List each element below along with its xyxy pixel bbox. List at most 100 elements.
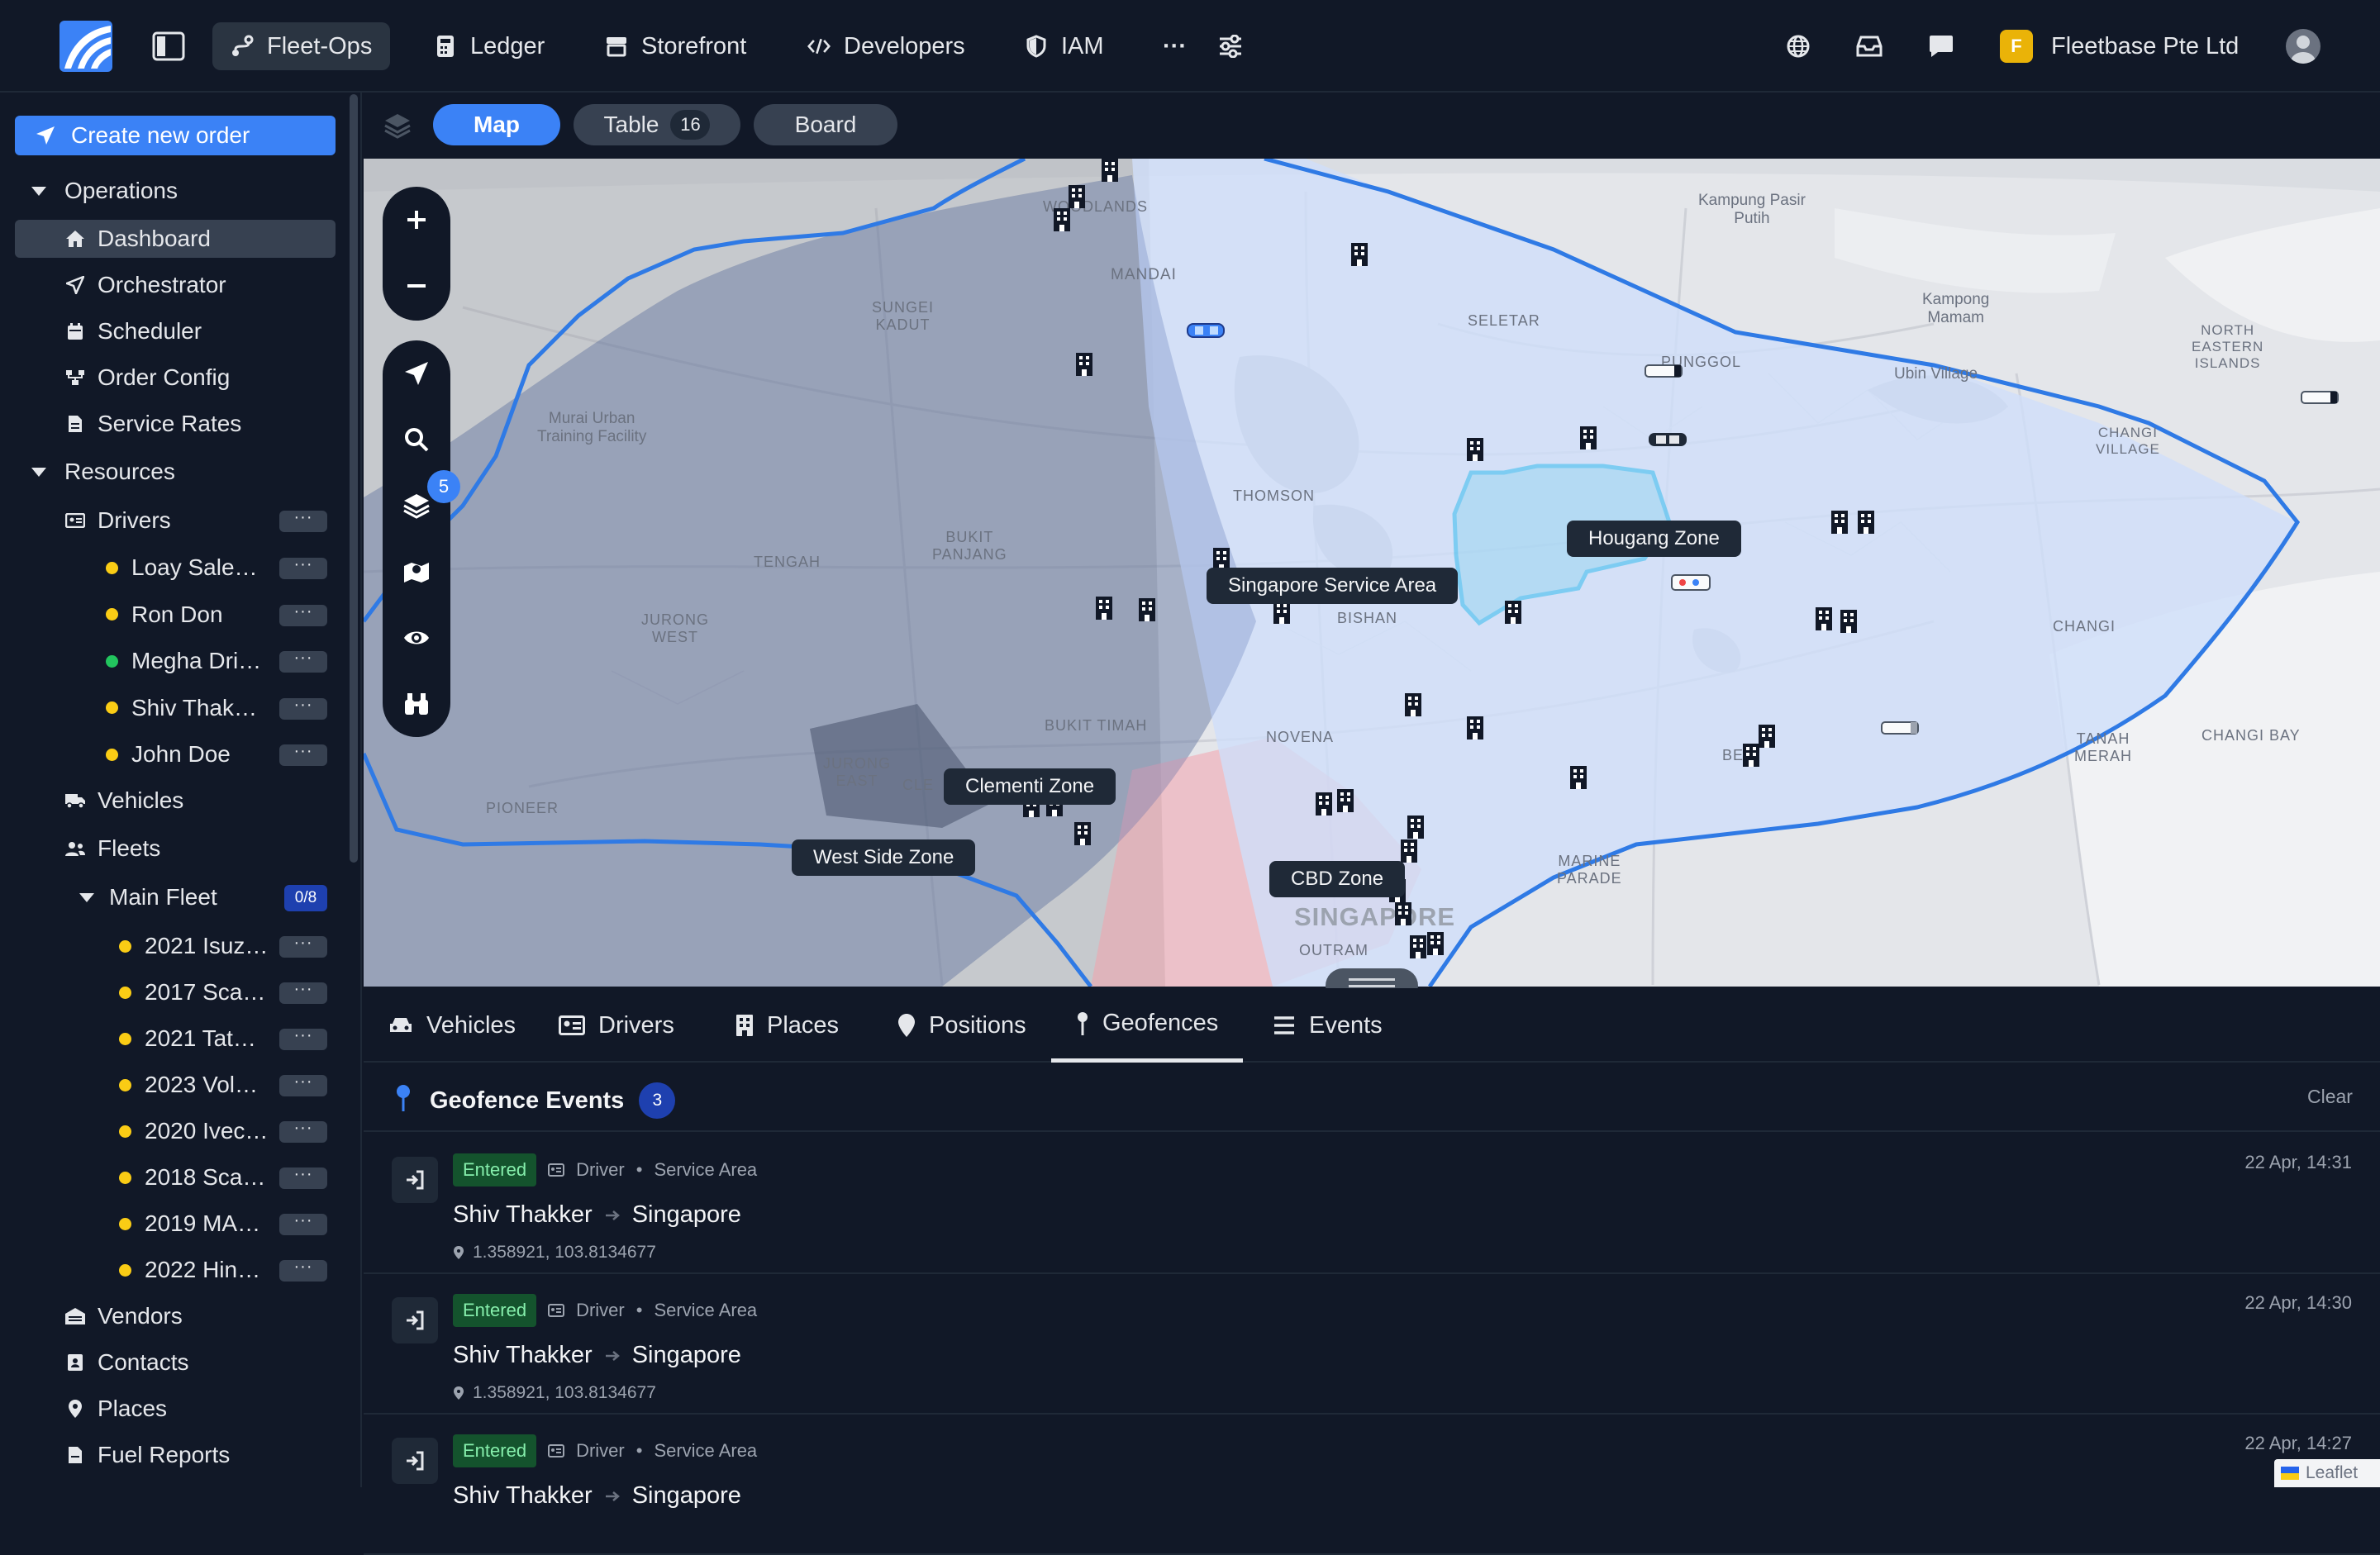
- place-marker-icon[interactable]: [1409, 934, 1427, 959]
- sidebar-driver-item[interactable]: John Doe ···: [15, 735, 336, 773]
- sidebar-driver-item[interactable]: Megha Dri… ···: [15, 642, 336, 680]
- sidebar-vehicle-item[interactable]: 2018 Sca… ···: [15, 1158, 336, 1196]
- sidebar-driver-item[interactable]: Shiv Thak… ···: [15, 689, 336, 727]
- place-marker-icon[interactable]: [1075, 352, 1093, 377]
- layers-icon[interactable]: [383, 112, 412, 139]
- sidebar-item-service-rates[interactable]: Service Rates: [15, 405, 336, 443]
- nav-fleet-ops[interactable]: Fleet-Ops: [212, 22, 391, 70]
- section-resources[interactable]: Resources: [31, 453, 352, 491]
- eye-icon[interactable]: [383, 605, 450, 671]
- more-options-button[interactable]: ···: [279, 697, 327, 720]
- more-options-button[interactable]: ···: [279, 1166, 327, 1189]
- chat-icon[interactable]: [1921, 26, 1961, 66]
- sidebar-driver-item[interactable]: Loay Sale… ···: [15, 549, 336, 587]
- sidebar-item-drivers[interactable]: Drivers ···: [15, 502, 336, 540]
- place-marker-icon[interactable]: [1138, 597, 1156, 622]
- sliders-icon[interactable]: [1211, 26, 1250, 66]
- view-table-tab[interactable]: Table 16: [574, 104, 740, 145]
- view-board-tab[interactable]: Board: [754, 104, 897, 145]
- sidebar-item-vendors[interactable]: Vendors: [15, 1297, 336, 1335]
- sidebar-item-main-fleet[interactable]: Main Fleet 0/8: [15, 878, 336, 916]
- place-marker-icon[interactable]: [1400, 839, 1418, 863]
- more-options-button[interactable]: ···: [279, 556, 327, 579]
- more-options-button[interactable]: ···: [279, 981, 327, 1004]
- more-options-button[interactable]: ···: [279, 603, 327, 626]
- vehicle-marker-icon[interactable]: [1881, 720, 1919, 735]
- place-marker-icon[interactable]: [1426, 931, 1445, 956]
- sidebar-item-orchestrator[interactable]: Orchestrator: [15, 266, 336, 304]
- place-marker-icon[interactable]: [1579, 426, 1597, 450]
- place-marker-icon[interactable]: [1407, 815, 1425, 839]
- inbox-icon[interactable]: [1849, 26, 1889, 66]
- tab-vehicles[interactable]: Vehicles: [364, 988, 540, 1063]
- sidebar-vehicle-item[interactable]: 2023 Vol… ···: [15, 1066, 336, 1104]
- tab-events[interactable]: Events: [1248, 988, 1407, 1063]
- more-options-button[interactable]: ···: [279, 934, 327, 958]
- geofence-event-row[interactable]: Entered Driver • Service Area Shiv Thakker Si…: [364, 1274, 2380, 1415]
- more-options-button[interactable]: ···: [279, 1027, 327, 1050]
- zone-label[interactable]: CBD Zone: [1269, 861, 1406, 897]
- tab-drivers[interactable]: Drivers: [534, 988, 699, 1063]
- place-marker-icon[interactable]: [1466, 716, 1484, 740]
- place-marker-icon[interactable]: [1504, 600, 1522, 625]
- sidebar-vehicle-item[interactable]: 2020 Ivec… ···: [15, 1112, 336, 1150]
- zone-label[interactable]: Singapore Service Area: [1207, 568, 1459, 604]
- sidebar-vehicle-item[interactable]: 2021 Tat… ···: [15, 1020, 336, 1058]
- sidebar-vehicle-item[interactable]: 2017 Sca… ···: [15, 973, 336, 1011]
- place-marker-icon[interactable]: [1404, 692, 1422, 717]
- sidebar-item-fuel-reports[interactable]: Fuel Reports: [15, 1436, 336, 1474]
- more-options-button[interactable]: ···: [279, 743, 327, 766]
- place-marker-icon[interactable]: [1068, 184, 1086, 209]
- avatar[interactable]: [2286, 29, 2320, 64]
- zone-label[interactable]: West Side Zone: [792, 839, 976, 876]
- vehicle-marker-icon[interactable]: [1648, 431, 1687, 448]
- place-marker-icon[interactable]: [1095, 596, 1113, 621]
- vehicle-marker-icon[interactable]: [1645, 364, 1683, 378]
- place-marker-icon[interactable]: [1569, 765, 1587, 790]
- zone-label[interactable]: Hougang Zone: [1567, 521, 1741, 557]
- place-marker-icon[interactable]: [1840, 609, 1858, 634]
- sidebar-item-vehicles[interactable]: Vehicles: [15, 782, 336, 820]
- globe-icon[interactable]: [1778, 26, 1818, 66]
- sidebar-toggle-icon[interactable]: [149, 26, 188, 66]
- sidebar-item-dashboard[interactable]: Dashboard: [15, 220, 336, 258]
- map-attribution[interactable]: Leaflet: [2274, 1459, 2380, 1487]
- more-options-button[interactable]: ···: [279, 1120, 327, 1143]
- place-marker-icon[interactable]: [1758, 724, 1776, 749]
- sidebar-item-contacts[interactable]: Contacts: [15, 1343, 336, 1381]
- place-marker-icon[interactable]: [1742, 743, 1760, 768]
- more-options-button[interactable]: ···: [279, 1212, 327, 1235]
- section-operations[interactable]: Operations: [31, 172, 352, 210]
- nav-ledger[interactable]: Ledger: [416, 22, 563, 70]
- zoom-in-icon[interactable]: [383, 187, 450, 253]
- vehicle-marker-icon[interactable]: [1187, 322, 1225, 339]
- place-marker-icon[interactable]: [1830, 510, 1849, 535]
- more-options-button[interactable]: ···: [279, 1258, 327, 1282]
- sidebar-vehicle-item[interactable]: 2019 MA… ···: [15, 1205, 336, 1243]
- zone-label[interactable]: Clementi Zone: [944, 768, 1116, 805]
- vehicle-marker-icon[interactable]: [1671, 573, 1711, 592]
- vehicle-marker-icon[interactable]: [2301, 390, 2339, 405]
- view-map-tab[interactable]: Map: [433, 104, 560, 145]
- fleetbase-logo-icon[interactable]: [60, 21, 112, 72]
- place-marker-icon[interactable]: [1336, 788, 1354, 813]
- tab-places[interactable]: Places: [711, 988, 864, 1063]
- map-location-icon[interactable]: [383, 539, 450, 605]
- clear-events-button[interactable]: Clear: [2307, 1086, 2353, 1108]
- nav-more-button[interactable]: ···: [1145, 22, 1205, 70]
- place-marker-icon[interactable]: [1350, 242, 1368, 267]
- place-marker-icon[interactable]: [1394, 901, 1412, 926]
- sidebar-driver-item[interactable]: Ron Don ···: [15, 596, 336, 634]
- sidebar-vehicle-item[interactable]: 2022 Hin… ···: [15, 1251, 336, 1289]
- geofence-event-row[interactable]: Entered Driver • Service Area Shiv Thakker Si…: [364, 1415, 2380, 1555]
- sidebar-vehicle-item[interactable]: 2021 Isuz… ···: [15, 927, 336, 965]
- search-icon[interactable]: [383, 407, 450, 473]
- place-marker-icon[interactable]: [1857, 510, 1875, 535]
- more-options-button[interactable]: ···: [279, 509, 327, 532]
- zoom-out-icon[interactable]: [383, 253, 450, 319]
- binoculars-icon[interactable]: [383, 671, 450, 737]
- sidebar-item-scheduler[interactable]: Scheduler: [15, 312, 336, 350]
- send-icon[interactable]: [383, 340, 450, 407]
- tab-geofences[interactable]: Geofences: [1051, 988, 1244, 1063]
- organization-switcher[interactable]: F Fleetbase Pte Ltd: [2000, 22, 2239, 70]
